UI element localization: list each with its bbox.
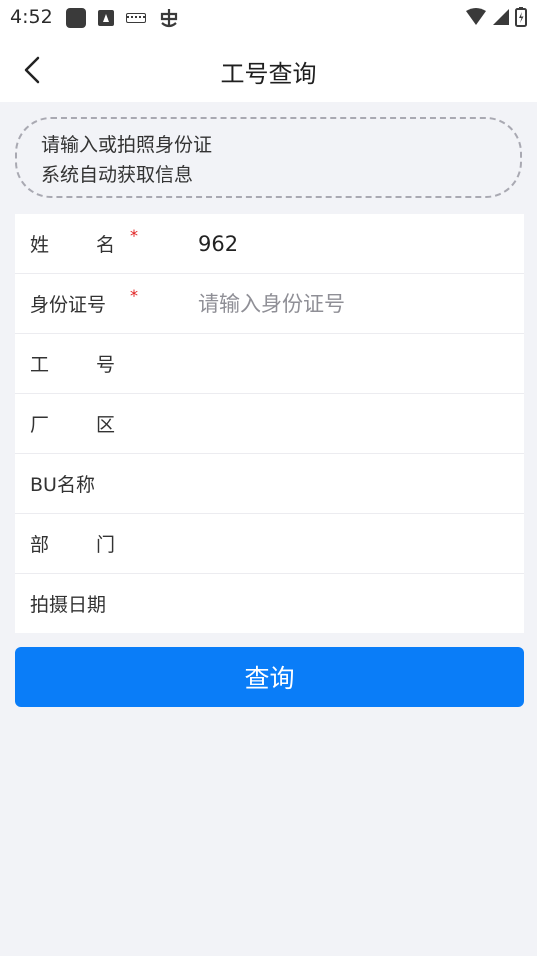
employee-info-form: 姓 名 * 身份证号 * 工 号 厂 区 BU名称 部 bbox=[15, 214, 524, 633]
status-bar: 4:52 bbox=[0, 0, 537, 36]
bu-name-label: BU名称 bbox=[30, 474, 95, 496]
scan-hint-line-1: 请输入或拍照身份证 bbox=[41, 134, 213, 156]
required-mark: * bbox=[130, 286, 138, 305]
battery-icon bbox=[511, 7, 527, 27]
scan-id-card-area[interactable]: 请输入或拍照身份证 系统自动获取信息 bbox=[15, 117, 522, 198]
name-label: 姓 名 * bbox=[30, 226, 138, 256]
bug-icon bbox=[158, 7, 180, 29]
form-row-factory-area: 厂 区 bbox=[15, 394, 524, 454]
signal-icon bbox=[487, 8, 511, 26]
notification-icons bbox=[66, 7, 180, 29]
form-row-department: 部 门 bbox=[15, 514, 524, 574]
navigation-bar: 工号查询 bbox=[0, 36, 537, 102]
query-button[interactable]: 查询 bbox=[15, 647, 524, 707]
department-label: 部 门 bbox=[30, 534, 115, 556]
form-row-bu-name: BU名称 bbox=[15, 454, 524, 514]
id-number-label: 身份证号 * bbox=[30, 286, 138, 316]
status-time: 4:52 bbox=[10, 6, 53, 28]
required-mark: * bbox=[130, 226, 138, 245]
form-row-employee-number: 工 号 bbox=[15, 334, 524, 394]
form-row-id-number: 身份证号 * bbox=[15, 274, 524, 334]
scan-hint-line-2: 系统自动获取信息 bbox=[41, 164, 194, 186]
name-input[interactable] bbox=[198, 231, 508, 256]
form-row-capture-date: 拍摄日期 bbox=[15, 574, 524, 633]
system-status-icons bbox=[461, 7, 527, 27]
id-number-input[interactable] bbox=[198, 291, 508, 316]
capture-date-label: 拍摄日期 bbox=[30, 594, 107, 616]
page-title: 工号查询 bbox=[220, 60, 317, 88]
employee-number-label: 工 号 bbox=[30, 354, 115, 376]
app-notification-icon bbox=[66, 8, 86, 28]
factory-area-label: 厂 区 bbox=[30, 414, 115, 436]
font-app-icon bbox=[98, 10, 114, 26]
keyboard-icon bbox=[126, 13, 146, 23]
wifi-icon bbox=[461, 8, 487, 26]
form-row-name: 姓 名 * bbox=[15, 214, 524, 274]
